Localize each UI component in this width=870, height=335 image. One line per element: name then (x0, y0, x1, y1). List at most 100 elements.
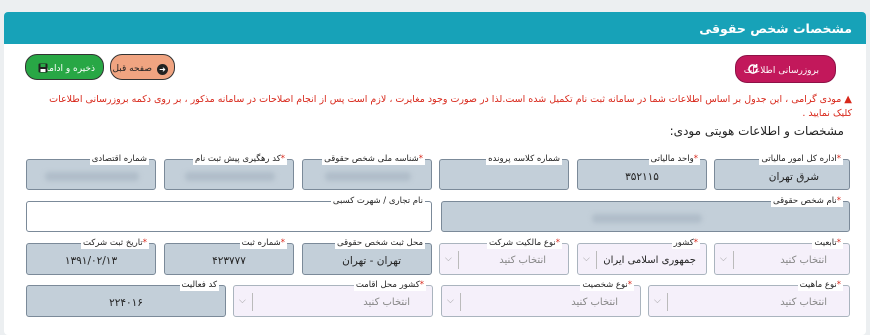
arrow-right-icon: ➜ (157, 64, 168, 75)
activity-code-label: کد فعالیت (179, 279, 219, 291)
redacted-value (592, 214, 702, 223)
national-id-label-text: شناسه ملی شخص حقوقی (324, 154, 419, 164)
required-mark: * (627, 280, 632, 290)
required-mark: * (280, 238, 285, 248)
tracking-code-label-text: کد رهگیری پیش ثبت نام (194, 154, 281, 164)
residence-country-select[interactable]: *کشور محل اقامت انتخاب کنید ⌵ (233, 279, 433, 317)
general-dept-label: *اداره کل امور مالیاتی (759, 153, 843, 165)
required-mark: * (693, 238, 698, 248)
divider (596, 251, 597, 269)
general-dept-label-text: اداره کل امور مالیاتی (761, 154, 837, 164)
economic-no-label-text: شماره اقتصادی (91, 154, 147, 164)
entity-type-select[interactable]: *نوع ماهیت انتخاب کنید ⌵ (648, 279, 850, 317)
divider (733, 251, 734, 269)
economic-no-label: شماره اقتصادی (89, 153, 149, 165)
required-mark: * (418, 154, 423, 164)
registration-place-field[interactable]: محل ثبت شخص حقوقی تهران - تهران (302, 237, 432, 275)
residence-country-placeholder: انتخاب کنید (363, 297, 410, 308)
nationality-select[interactable]: *تابعیت انتخاب کنید ⌵ (714, 237, 850, 275)
warning-message: ▲مودی گرامی ، این جدول بر اساس اطلاعات ش… (32, 93, 852, 121)
chevron-down-icon: ⌵ (720, 254, 727, 264)
file-class-label: شماره کلاسه پرونده (486, 153, 562, 165)
required-mark: * (836, 196, 841, 206)
trade-name-label-text: نام تجاری / شهرت کسبی (332, 196, 423, 206)
tax-unit-field[interactable]: *واحد مالیاتی ۳۵۲۱۱۵ (577, 153, 707, 190)
page-title: مشخصات شخص حقوقی (699, 21, 852, 36)
section-title: مشخصات و اطلاعات هویتی مودی: (669, 124, 844, 138)
tracking-code-field[interactable]: *کد رهگیری پیش ثبت نام (164, 153, 294, 190)
ownership-type-select[interactable]: *نوع مالکیت شرکت انتخاب کنید ⌵ (439, 237, 569, 275)
activity-code-field[interactable]: کد فعالیت ۲۲۴۰۱۶ (26, 279, 226, 317)
required-mark: * (693, 154, 698, 164)
divider (667, 293, 668, 311)
ownership-type-label-text: نوع مالکیت شرکت (488, 238, 556, 248)
trade-name-field[interactable]: نام تجاری / شهرت کسبی (26, 195, 432, 232)
divider (460, 293, 461, 311)
redacted-value (325, 172, 411, 181)
registration-date-field[interactable]: *تاریخ ثبت شرکت ۱۳۹۱/۰۲/۱۳ (26, 237, 156, 275)
save-button-label: ذخیره و ادامه (44, 64, 95, 74)
registration-date-value: ۱۳۹۱/۰۲/۱۳ (64, 255, 118, 267)
company-info-card: مشخصات شخص حقوقی بروزرسانی اطلاعات صفحه … (4, 12, 866, 335)
registration-number-value: ۴۲۳۷۷۷ (212, 255, 246, 267)
company-name-label-text: نام شخص حقوقی (773, 196, 837, 206)
file-class-field[interactable]: شماره کلاسه پرونده (439, 153, 569, 190)
redacted-value (185, 172, 275, 181)
sync-info-button[interactable]: بروزرسانی اطلاعات (735, 55, 836, 83)
prev-button-label: صفحه قبل (112, 64, 152, 74)
refresh-icon (748, 64, 758, 74)
nationality-placeholder: انتخاب کنید (780, 255, 827, 266)
ownership-type-placeholder: انتخاب کنید (499, 255, 546, 266)
tax-unit-label-text: واحد مالیاتی (650, 154, 694, 164)
person-type-placeholder: انتخاب کنید (571, 297, 618, 308)
general-dept-field[interactable]: *اداره کل امور مالیاتی شرق تهران (714, 153, 850, 190)
registration-date-label: *تاریخ ثبت شرکت (80, 237, 149, 249)
entity-type-label-text: نوع ماهیت (799, 280, 837, 290)
card-header: مشخصات شخص حقوقی (4, 12, 866, 44)
required-mark: * (280, 154, 285, 164)
divider (252, 293, 253, 311)
redacted-value (45, 172, 139, 181)
required-mark: * (836, 238, 841, 248)
chevron-down-icon: ⌵ (445, 254, 452, 264)
floppy-save-icon (38, 63, 48, 73)
person-type-label: *نوع شخصیت (580, 279, 634, 291)
economic-no-field[interactable]: شماره اقتصادی (26, 153, 156, 190)
warning-icon: ▲ (844, 94, 852, 105)
required-mark: * (142, 238, 147, 248)
nationality-label: *تابعیت (812, 237, 843, 249)
tax-unit-value: ۳۵۲۱۱۵ (625, 171, 659, 183)
company-name-label: *نام شخص حقوقی (771, 195, 843, 207)
registration-number-label: *شماره ثبت (239, 237, 287, 249)
registration-number-field[interactable]: *شماره ثبت ۴۲۳۷۷۷ (164, 237, 294, 275)
national-id-label: *شناسه ملی شخص حقوقی (322, 153, 425, 165)
chevron-down-icon: ⌵ (239, 296, 246, 306)
registration-place-value: تهران - تهران (342, 255, 401, 267)
tracking-code-label: *کد رهگیری پیش ثبت نام (192, 153, 287, 165)
divider (458, 251, 459, 269)
person-type-select[interactable]: *نوع شخصیت انتخاب کنید ⌵ (441, 279, 641, 317)
registration-place-label-text: محل ثبت شخص حقوقی (337, 238, 423, 248)
required-mark: * (419, 280, 424, 290)
national-id-field[interactable]: *شناسه ملی شخص حقوقی (302, 153, 432, 190)
nationality-label-text: تابعیت (814, 238, 837, 248)
previous-page-button[interactable]: صفحه قبل ➜ (110, 54, 175, 80)
required-mark: * (836, 280, 841, 290)
required-mark: * (555, 238, 560, 248)
registration-place-label: محل ثبت شخص حقوقی (335, 237, 425, 249)
required-mark: * (836, 154, 841, 164)
entity-type-label: *نوع ماهیت (797, 279, 843, 291)
tax-unit-label: *واحد مالیاتی (648, 153, 700, 165)
chevron-down-icon: ⌵ (447, 296, 454, 306)
country-select[interactable]: *کشور جمهوری اسلامی ایران ⌵ (577, 237, 707, 275)
chevron-down-icon: ⌵ (654, 296, 661, 306)
trade-name-label: نام تجاری / شهرت کسبی (330, 195, 425, 207)
registration-date-label-text: تاریخ ثبت شرکت (82, 238, 143, 248)
company-name-field[interactable]: *نام شخص حقوقی (441, 195, 850, 232)
chevron-down-icon: ⌵ (583, 254, 590, 264)
registration-number-label-text: شماره ثبت (241, 238, 281, 248)
entity-type-placeholder: انتخاب کنید (780, 297, 827, 308)
person-type-label-text: نوع شخصیت (582, 280, 628, 290)
country-label: *کشور (671, 237, 700, 249)
save-continue-button[interactable]: ذخیره و ادامه (25, 54, 104, 80)
